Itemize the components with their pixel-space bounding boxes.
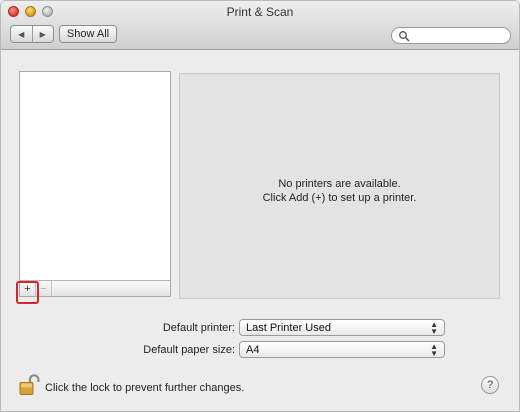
default-paper-popup[interactable]: A4 ▲ ▼ [239,341,445,358]
no-printers-message: No printers are available. [278,178,401,190]
add-printer-hint: Click Add (+) to set up a printer. [262,192,417,204]
default-printer-popup[interactable]: Last Printer Used ▲ ▼ [239,319,445,336]
print-scan-window: Print & Scan ◀ ▶ Show All + − No printer… [0,0,520,412]
default-printer-label: Default printer: [162,321,235,334]
show-all-button[interactable]: Show All [59,25,117,43]
back-forward-control: ◀ ▶ [10,25,54,43]
lock-icon[interactable] [19,373,41,397]
remove-printer-button[interactable]: − [36,281,52,296]
default-printer-value: Last Printer Used [246,321,331,334]
left-arrow-icon: ◀ [18,29,25,39]
printer-list[interactable]: + − [19,71,171,297]
magnifier-icon [399,30,410,41]
window-title: Print & Scan [226,5,294,19]
back-button[interactable]: ◀ [11,26,32,42]
default-paper-value: A4 [246,343,260,356]
title-bar: Print & Scan ◀ ▶ Show All [1,1,519,50]
printer-detail-pane: No printers are available. Click Add (+)… [179,73,500,299]
add-printer-button[interactable]: + [20,281,36,296]
forward-button[interactable]: ▶ [31,26,54,42]
popup-arrows-icon: ▲ ▼ [430,320,438,336]
default-printer-row: Default printer: Last Printer Used ▲ ▼ [101,319,445,336]
default-paper-row: Default paper size: A4 ▲ ▼ [101,341,445,358]
default-paper-label: Default paper size: [143,343,235,356]
help-button[interactable]: ? [481,376,499,394]
popup-arrows-icon: ▲ ▼ [430,342,438,358]
lock-message: Click the lock to prevent further change… [45,382,245,394]
printer-list-toolbar: + − [20,280,170,296]
right-arrow-icon: ▶ [39,29,46,39]
search-field[interactable] [391,27,511,44]
